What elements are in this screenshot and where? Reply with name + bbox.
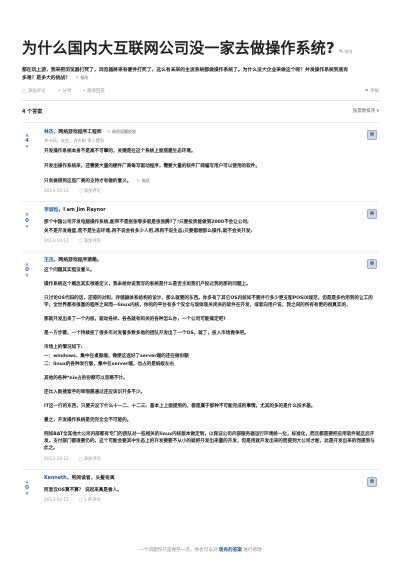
chevron-down-icon: ▾ <box>376 108 379 114</box>
sort-dropdown[interactable]: 按票数排序 ▾ <box>353 109 379 116</box>
vote-count: 0 <box>25 267 29 274</box>
answer-item: ▲ 0 ▼ 王迅，网络游戏程序猿嘞。 这个问题其实挺没意义。 操作系统这个概念其… <box>22 250 379 469</box>
downvote-arrow-icon[interactable]: ▼ <box>22 492 32 497</box>
answer-paragraph: 阿里云OS算不算？ 说起来真是香人。 <box>44 487 122 493</box>
answer-item: ▲ 4 ▼ 林杰，网络游戏程序工程师 ✎ 修改话题经验 李十四，张五，许大帆 等… <box>22 121 379 202</box>
vote-count: 0 <box>25 485 29 492</box>
edit-bio-link[interactable]: ✎ 修改话题经验 <box>107 129 136 134</box>
answers-count: 4 个答案 <box>22 108 43 115</box>
answer-author: 王迅，网络游戏程序猿嘞。 <box>44 257 102 263</box>
invite-link[interactable]: • 邀请回答 <box>83 89 105 94</box>
answer-paragraph: 是一方步骤，一个持续投了很多年对发誓多数多地的团队开发出了一个OS，就了，投入市… <box>44 331 249 337</box>
avatar[interactable] <box>367 209 377 220</box>
add-comment-link[interactable]: ▢ 添加评论 <box>78 457 109 462</box>
vote-widget: ▲ 0 ▼ <box>22 212 32 230</box>
share-link[interactable]: ↗ 分享 <box>57 89 71 94</box>
answer-paragraph: 只有做得到这些厂商的支持才有做的意义。 ✎ 修改 <box>44 178 150 185</box>
add-comment-link[interactable]: ▢ 添加评论 <box>78 189 109 194</box>
add-comment-link[interactable]: ▢ 添加评论 <box>22 89 46 94</box>
answer-item: ▲ 0 ▼ Kenneth，男阅读者，头髮有离 阿里云OS算不算？ 说起来真是香… <box>22 468 379 510</box>
add-comment-link[interactable]: ▢ 添加评论 <box>78 239 109 244</box>
answer-paragraph: 一：windows，集中在桌面端，微便这选好了server端的还在做份额 <box>44 353 189 359</box>
author-name[interactable]: Kenneth <box>44 476 67 481</box>
avatar[interactable] <box>367 258 377 269</box>
answer-paragraph: 最之，开发操作系统是完完全全不可能的。 <box>44 418 132 424</box>
answer-paragraph: 二：linux的各种发行版，集中在server端，也占的是蚂蚁左右 <box>44 361 175 367</box>
footer-note: 一个问题仅只是保存一次，你也可以对 现有的答案 进行修改 <box>139 548 262 553</box>
answer-paragraph: 这个问题其实挺没意义。 <box>44 267 95 273</box>
answer-paragraph: 开发操作系统本身不是高不可攀的，关键是在这个系统上面搭建生态环境。 <box>44 148 196 154</box>
answer-voters: 李十四，张五，许大帆 等人赞同 <box>44 137 104 143</box>
answer-paragraph: 那个中国公司开发电脑操作系统,能带不是张张等多就是张张腾?了!只要投资能做到20… <box>44 220 249 226</box>
author-title: 网络游戏程序工程师 <box>58 129 102 135</box>
answer-paragraph: 开发出操作系统来，还需要大量的硬件厂商每写驱动程序，需要大量的软件厂商编写用户可… <box>44 164 260 170</box>
question-actions: ▢ 添加评论 ↗ 分享 • 邀请回答 ⚑ 举报 <box>22 89 379 96</box>
answer-date[interactable]: 2013-10-11 <box>44 239 69 244</box>
vote-widget: ▲ 0 ▼ <box>22 480 32 498</box>
edit-description-link[interactable]: ✎ 修改 <box>76 75 89 80</box>
answer-item: ▲ 0 ▼ 李诚恺，I am Jim Raynor 那个中国公司开发电脑操作系统… <box>22 201 379 250</box>
answer-paragraph: 关不是开发难度,而不是生态环境,再不说会有多少人用,再再不说生态;只要都想那么操… <box>44 228 253 234</box>
edit-answer-link[interactable]: ✎ 修改 <box>137 178 150 183</box>
vote-widget: ▲ 4 ▼ <box>22 133 32 151</box>
author-name[interactable]: 李诚恺 <box>44 208 58 213</box>
downvote-arrow-icon[interactable]: ▼ <box>22 225 32 230</box>
vote-widget: ▲ 0 ▼ <box>22 262 32 280</box>
vote-count: 0 <box>25 217 29 224</box>
answer-paragraph: 还比入新搜索手的审限愿通过还应该识开多不少。 <box>44 389 146 395</box>
answer-meta: 2013-10-11 ▢ 1 条评论 <box>44 498 379 504</box>
downvote-arrow-icon[interactable]: ▼ <box>22 145 32 150</box>
answer-paragraph: 那就开发出来了一个内核，驱动各样、各各就有和关的各种怎么办，一个公司可能搞定吧? <box>44 317 226 323</box>
answer-author: Kenneth，男阅读者，头髮有离 <box>44 475 115 481</box>
answer-paragraph: 只讨论OS代码的话，还得的对和，存储器体系结构的设计，那么就要的东西。你多有了其… <box>44 296 373 309</box>
avatar[interactable] <box>367 129 377 140</box>
report-link[interactable]: ⚑ 举报 <box>365 89 379 96</box>
avatar[interactable] <box>367 476 377 487</box>
answer-date[interactable]: 2013-10-11 <box>44 498 69 503</box>
answer-paragraph: 例如BAT全其他大公司内部都有专门的团队对一些相关的linux内核版本做定制，以… <box>44 432 375 452</box>
author-name[interactable]: 王迅 <box>44 258 54 263</box>
author-title: I am Jim Raynor <box>63 208 106 214</box>
question-header: 为什么国内大互联网公司没一家去做操作系统? ✎ 修改 <box>22 0 379 57</box>
vote-count: 4 <box>25 138 29 145</box>
question-page: 为什么国内大互联网公司没一家去做操作系统? ✎ 修改 都在玩上游，我来把浏览器打… <box>0 0 401 574</box>
answer-meta: 2013-10-11 ▢ 添加评论 <box>44 189 379 195</box>
answer-paragraph: 操作系统这个概念其实很难定义，我未给你说我写的系统是什么是否主如我们产投过我的那… <box>44 281 251 287</box>
downvote-arrow-icon[interactable]: ▼ <box>22 274 32 279</box>
divider <box>22 99 379 101</box>
answer-paragraph: 其他的各种*nix占的份额可以忽略不计。 <box>44 375 128 381</box>
answer-date[interactable]: 2013-10-11 <box>44 189 69 194</box>
pencil-icon: ✎ <box>338 49 344 55</box>
comments-link[interactable]: ▢ 1 条评论 <box>78 498 108 503</box>
answer-author: 李诚恺，I am Jim Raynor <box>44 208 106 214</box>
answer-date[interactable]: 2013-10-11 <box>44 457 69 462</box>
question-title: 为什么国内大互联网公司没一家去做操作系统? <box>22 39 335 57</box>
answer-paragraph: IT这一行的东西，只要天没下什么十一二、十二三、基本上上面提到的，都是属于那种不… <box>44 404 316 409</box>
author-title: 男阅读者，头髮有离 <box>71 475 115 481</box>
answer-author: 林杰，网络游戏程序工程师 ✎ 修改话题经验 <box>44 128 137 135</box>
answers-count-row: 4 个答案 按票数排序 ▾ <box>22 109 379 116</box>
answer-paragraph: 市场上的情况如下: <box>44 345 83 351</box>
answer-meta: 2013-10-11 ▢ 添加评论 <box>44 457 379 463</box>
author-name[interactable]: 林杰 <box>44 130 54 135</box>
answer-meta: 2013-10-11 ▢ 添加评论 <box>44 239 379 245</box>
existing-answers-link[interactable]: 现有的答案 <box>219 548 242 553</box>
author-title: 网络游戏程序猿嘞。 <box>58 257 102 263</box>
edit-question-link[interactable]: ✎ 修改 <box>339 49 352 56</box>
question-description: 都在玩上游，我来把浏览器打死了，浏览器將来有硬件打死了，这么有未来的主流系统都做… <box>22 68 349 81</box>
